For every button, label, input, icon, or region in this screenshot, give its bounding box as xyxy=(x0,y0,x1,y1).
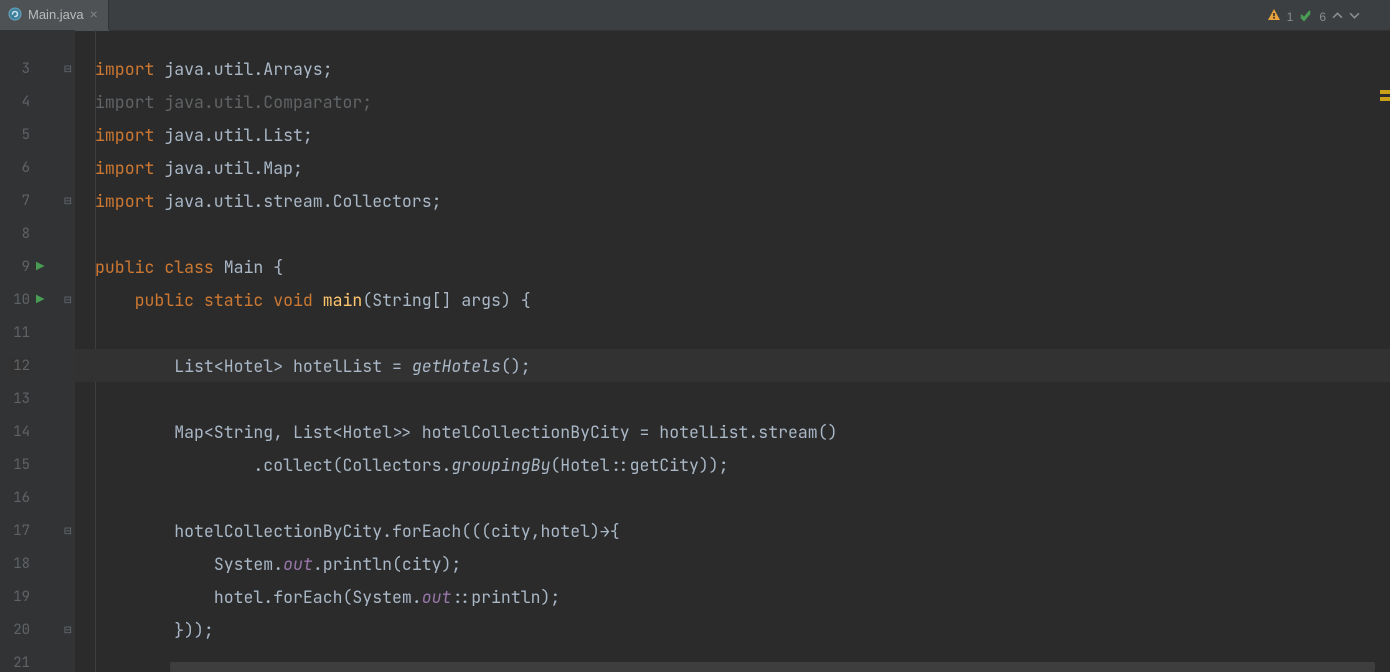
gutter-row: 6 xyxy=(0,151,75,184)
gutter-row: 12 xyxy=(0,349,75,382)
gutter-row: 20⊟ xyxy=(0,613,75,646)
fold-toggle-icon[interactable]: ⊟ xyxy=(64,62,72,75)
code-line: hotelCollectionByCity.forEach(((city,hot… xyxy=(75,514,1390,547)
gutter-row: 9▶ xyxy=(0,250,75,283)
gutter[interactable]: 3⊟ 4 5 6 7⊟ 8 9▶ 10▶⊟ 11 12 13 14 15 16 … xyxy=(0,30,75,672)
gutter-row: 16 xyxy=(0,481,75,514)
fold-end-icon[interactable]: ⊟ xyxy=(64,623,72,636)
file-tab-main-java[interactable]: Main.java × xyxy=(0,0,109,31)
gutter-row: 3⊟ xyxy=(0,52,75,85)
code-line xyxy=(75,382,1390,415)
java-class-icon xyxy=(8,7,22,21)
gutter-row: 19 xyxy=(0,580,75,613)
fold-toggle-icon[interactable]: ⊟ xyxy=(64,293,72,306)
gutter-row: 13 xyxy=(0,382,75,415)
gutter-row: 18 xyxy=(0,547,75,580)
code-line: import java.util.Map; xyxy=(75,151,1390,184)
tab-filename: Main.java xyxy=(28,7,84,22)
check-icon xyxy=(1299,8,1313,25)
code-line: public static void main(String[] args) { xyxy=(75,283,1390,316)
gutter-row: 17⊟ xyxy=(0,514,75,547)
editor-tab-bar: Main.java × xyxy=(0,0,1390,31)
code-line: .collect(Collectors.groupingBy(Hotel::ge… xyxy=(75,448,1390,481)
gutter-row: 10▶⊟ xyxy=(0,283,75,316)
code-line: public class Main { xyxy=(75,250,1390,283)
gutter-row: 4 xyxy=(0,85,75,118)
chevron-up-icon[interactable] xyxy=(1332,10,1343,24)
inspection-widget[interactable]: 1 6 xyxy=(1267,8,1360,25)
ide-root: Main.java × 1 6 3⊟ 4 5 6 7⊟ 8 xyxy=(0,0,1390,672)
code-line: hotel.forEach(System.out::println); xyxy=(75,580,1390,613)
horizontal-scrollbar[interactable] xyxy=(170,662,1375,672)
code-line xyxy=(75,316,1390,349)
warning-icon xyxy=(1267,8,1281,25)
chevron-down-icon[interactable] xyxy=(1349,10,1360,24)
gutter-row: 11 xyxy=(0,316,75,349)
fold-toggle-icon[interactable]: ⊟ xyxy=(64,524,72,537)
code-line xyxy=(75,481,1390,514)
run-icon[interactable]: ▶ xyxy=(36,291,44,309)
code-line: })); xyxy=(75,613,1390,646)
code-line-current: List<Hotel> hotelList = getHotels(); xyxy=(75,349,1390,382)
code-line: import java.util.List; xyxy=(75,118,1390,151)
code-line: import java.util.Arrays; xyxy=(75,52,1390,85)
gutter-row: 8 xyxy=(0,217,75,250)
gutter-row: 14 xyxy=(0,415,75,448)
gutter-row: 15 xyxy=(0,448,75,481)
code-line xyxy=(75,217,1390,250)
gutter-row: 21 xyxy=(0,646,75,672)
gutter-row: 7⊟ xyxy=(0,184,75,217)
tab-close-icon[interactable]: × xyxy=(90,7,98,21)
code-line: Map<String, List<Hotel>> hotelCollection… xyxy=(75,415,1390,448)
editor-pane: 3⊟ 4 5 6 7⊟ 8 9▶ 10▶⊟ 11 12 13 14 15 16 … xyxy=(0,30,1390,672)
gutter-row: 5 xyxy=(0,118,75,151)
warning-count: 1 xyxy=(1287,10,1294,24)
run-icon[interactable]: ▶ xyxy=(36,258,44,276)
code-line: import java.util.stream.Collectors; xyxy=(75,184,1390,217)
passed-count: 6 xyxy=(1319,10,1326,24)
fold-end-icon[interactable]: ⊟ xyxy=(64,194,72,207)
code-line: import java.util.Comparator; xyxy=(75,85,1390,118)
code-area[interactable]: import java.util.Arrays; import java.uti… xyxy=(75,30,1390,672)
code-line: System.out.println(city); xyxy=(75,547,1390,580)
